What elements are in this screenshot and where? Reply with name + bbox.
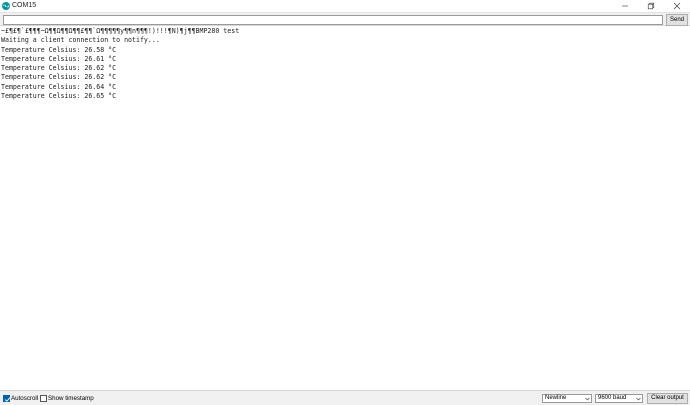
minimize-button[interactable] [614,0,636,12]
arduino-icon [2,2,10,10]
checkmark-icon [4,397,11,402]
minimize-icon [622,5,628,7]
line-ending-select[interactable]: Newline [542,394,592,403]
output-line: Temperature Celsius: 26.64 °C [1,82,117,91]
status-bar: Autoscroll Show timestamp Newline 9600 b… [0,390,690,405]
output-line: Temperature Celsius: 26.62 °C [1,73,117,82]
line-ending-value: Newline [545,395,567,401]
clear-output-button[interactable]: Clear output [647,393,688,404]
baud-rate-value: 9600 baud [598,395,627,401]
close-icon [673,2,681,10]
autoscroll-label: Autoscroll [11,395,39,402]
close-button[interactable] [666,0,688,12]
output-line: Temperature Celsius: 26.65 °C [1,92,117,101]
message-input[interactable] [3,15,663,25]
send-button[interactable]: Send [666,14,688,26]
chevron-down-icon [585,397,590,401]
output-line: ~£¶£¶`£¶¶¶~Ω¶¶Ω¶¶Ω¶¶£¶¶`Ω¶¶¶¶¶y¶¶n¶¶¶!)!… [1,27,240,35]
baud-rate-select[interactable]: 9600 baud [595,394,643,403]
output-line: Temperature Celsius: 26.61 °C [1,54,117,63]
timestamp-label: Show timestamp [48,395,94,402]
window-title: COM15 [12,2,37,9]
send-bar: Send [0,12,690,26]
restore-button[interactable] [640,0,662,12]
output-line: Temperature Celsius: 26.62 °C [1,64,117,73]
serial-output[interactable]: ~£¶£¶`£¶¶¶~Ω¶¶Ω¶¶Ω¶¶£¶¶`Ω¶¶¶¶¶y¶¶n¶¶¶!)!… [0,26,690,390]
output-line: Waiting a client connection to notify... [1,36,160,45]
title-bar: COM15 [0,0,690,12]
output-line: Temperature Celsius: 26.58 °C [1,45,117,54]
autoscroll-checkbox[interactable] [3,395,11,402]
timestamp-checkbox[interactable] [40,395,47,402]
chevron-down-icon [636,397,641,401]
restore-icon [647,2,655,10]
